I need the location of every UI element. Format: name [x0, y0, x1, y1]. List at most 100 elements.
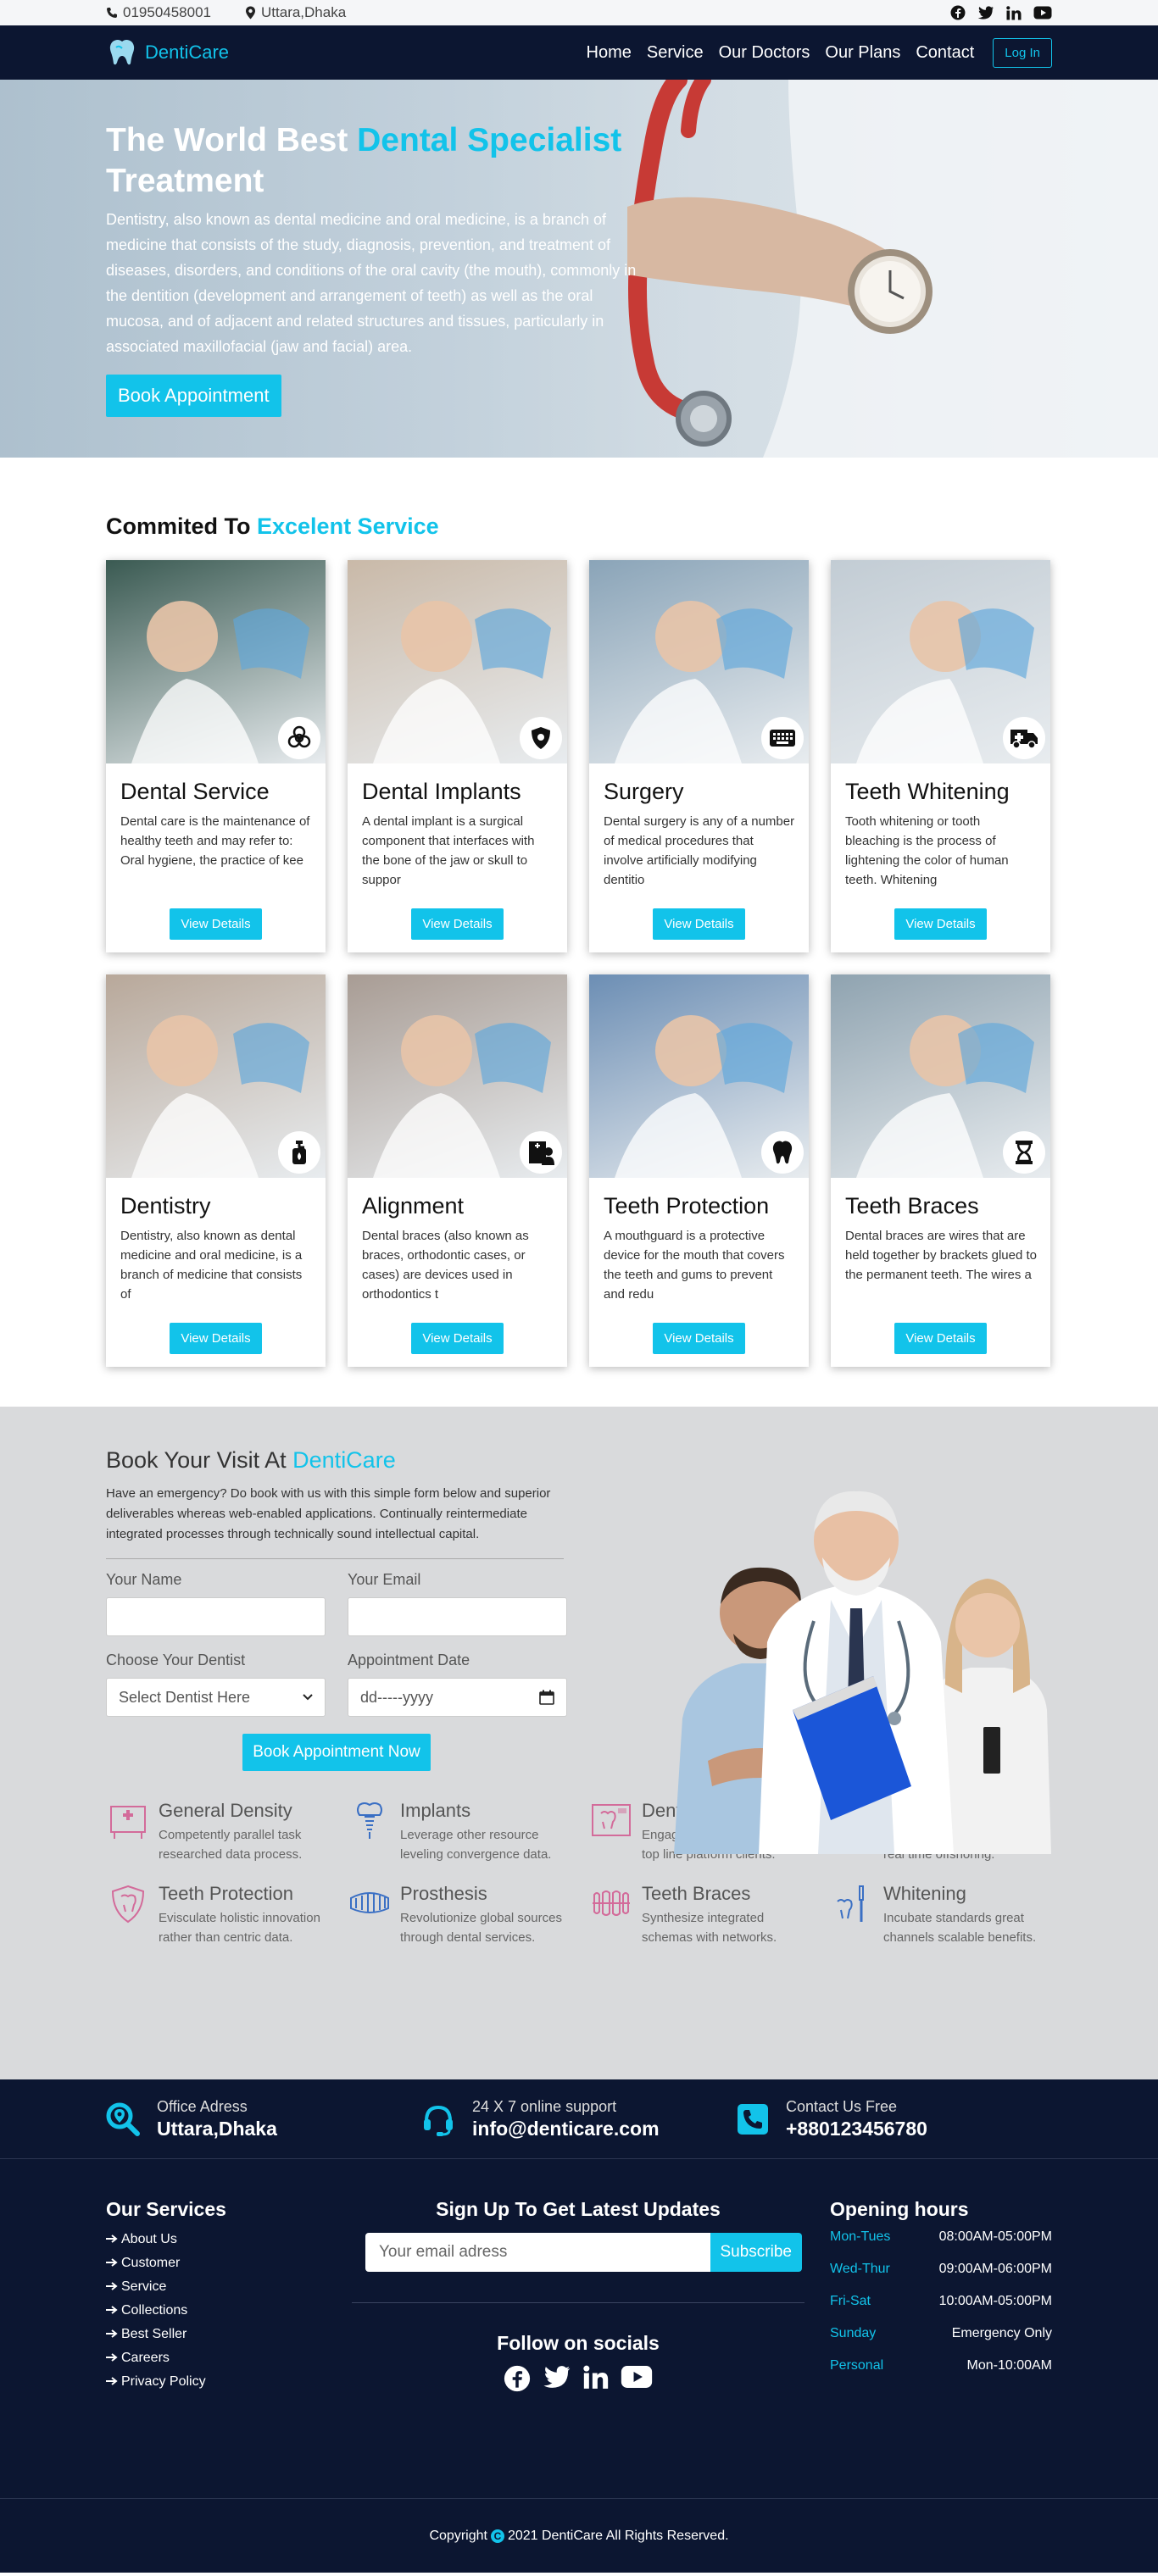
contact-label: Contact Us Free: [786, 2098, 898, 2115]
feature-text: Leverage other resource leveling converg…: [400, 1828, 552, 1862]
toothbrush-icon: [831, 1883, 875, 1927]
footer-link[interactable]: Careers: [106, 2346, 352, 2370]
hours-time: 08:00AM-05:00PM: [938, 2229, 1052, 2244]
doctors-team-image: [674, 1491, 1051, 1854]
view-details-button[interactable]: View Details: [411, 1323, 504, 1354]
service-card: Surgery Dental surgery is any of a number…: [589, 560, 809, 952]
view-details-button[interactable]: View Details: [411, 908, 504, 940]
phone-info: 01950458001: [106, 4, 211, 21]
nav-service[interactable]: Service: [647, 43, 704, 63]
braces-icon: [589, 1883, 633, 1927]
footer-link[interactable]: Service: [106, 2275, 352, 2299]
facebook-icon[interactable]: [950, 5, 966, 20]
phone-icon: [106, 7, 118, 19]
service-text: Tooth whitening or tooth bleaching is th…: [845, 814, 1009, 887]
date-input[interactable]: dd-----yyyy: [348, 1678, 567, 1717]
footer-link[interactable]: Collections: [106, 2299, 352, 2323]
nav-menu: Home Service Our Doctors Our Plans Conta…: [587, 37, 1052, 68]
linkedin-icon[interactable]: [1006, 5, 1022, 20]
name-input[interactable]: [106, 1597, 326, 1636]
service-card: Teeth Whitening Tooth whitening or tooth …: [831, 560, 1050, 952]
nav-our-doctors[interactable]: Our Doctors: [719, 43, 810, 63]
twitter-icon[interactable]: [543, 2365, 571, 2392]
location-text: Uttara,Dhaka: [261, 4, 347, 20]
footer-link[interactable]: Privacy Policy: [106, 2370, 352, 2394]
service-image: [589, 974, 809, 1178]
footer-link[interactable]: Customer: [106, 2251, 352, 2275]
youtube-icon[interactable]: [1033, 6, 1052, 19]
view-details-button[interactable]: View Details: [894, 908, 987, 940]
subscribe-button[interactable]: Subscribe: [710, 2233, 802, 2272]
feature-item: General Density Competently parallel task…: [106, 1800, 326, 1864]
hours-day: Wed-Thur: [830, 2262, 890, 2276]
contact-item: Contact Us Free +880123456780: [737, 2098, 1052, 2140]
arrow-right-icon: [106, 2323, 118, 2346]
footer-services: Our Services About Us Customer Service Coll…: [106, 2198, 352, 2394]
hours-row: Mon-Tues 08:00AM-05:00PM: [830, 2229, 1052, 2245]
footer-link[interactable]: Best Seller: [106, 2323, 352, 2346]
email-input[interactable]: [348, 1597, 567, 1636]
newsletter-email-input[interactable]: Your email adress: [365, 2233, 710, 2272]
chevron-down-icon: [303, 1694, 313, 1701]
contact-item: Office Adress Uttara,Dhaka: [106, 2098, 421, 2140]
view-details-button[interactable]: View Details: [170, 908, 262, 940]
service-image: [589, 560, 809, 763]
footer-link-label: Customer: [121, 2256, 181, 2270]
search-location-icon: [106, 2102, 140, 2136]
headset-icon: [421, 2102, 455, 2136]
copyright-icon: C: [490, 2529, 504, 2543]
view-details-button[interactable]: View Details: [170, 1323, 262, 1354]
calendar-icon[interactable]: [539, 1690, 554, 1705]
hours-time: 09:00AM-06:00PM: [938, 2262, 1052, 2276]
booking-intro: Have an emergency? Do book with us with …: [106, 1484, 564, 1559]
hours-row: Sunday Emergency Only: [830, 2326, 1052, 2341]
feature-text: Synthesize integrated schemas with netwo…: [642, 1911, 777, 1945]
footer-link[interactable]: About Us: [106, 2228, 352, 2251]
login-button[interactable]: Log In: [993, 37, 1052, 68]
newsletter-form: Your email adress Subscribe: [365, 2233, 802, 2272]
service-image: [106, 974, 326, 1178]
footer-links: About Us Customer Service Collections Best S…: [106, 2228, 352, 2394]
view-details-wrap: View Details: [106, 1323, 326, 1354]
nav-contact[interactable]: Contact: [916, 43, 974, 63]
hours-row: Wed-Thur 09:00AM-06:00PM: [830, 2262, 1052, 2277]
copyright-label: Copyright: [429, 2528, 487, 2543]
booking-form: Your Name Your Email Choose Your Dentist…: [106, 1571, 569, 1771]
dentist-select[interactable]: Select Dentist Here: [106, 1678, 326, 1717]
linkedin-icon[interactable]: [583, 2365, 609, 2392]
nav-home[interactable]: Home: [587, 43, 632, 63]
view-details-button[interactable]: View Details: [653, 908, 745, 940]
hours-row: Fri-Sat 10:00AM-05:00PM: [830, 2294, 1052, 2309]
nav-our-plans[interactable]: Our Plans: [825, 43, 900, 63]
book-appointment-button[interactable]: Book Appointment: [106, 375, 281, 417]
book-now-button[interactable]: Book Appointment Now: [242, 1734, 431, 1771]
service-badge: [761, 1131, 804, 1174]
date-placeholder: dd-----yyyy: [360, 1688, 433, 1706]
booking-title-highlight: DentiCare: [292, 1447, 396, 1473]
map-marker-icon: [245, 6, 256, 19]
email-label: Your Email: [348, 1571, 421, 1588]
facebook-icon[interactable]: [504, 2365, 531, 2392]
service-text: Dental care is the maintenance of health…: [120, 814, 310, 868]
arrow-right-icon: [106, 2370, 118, 2394]
dentist-label: Choose Your Dentist: [106, 1652, 246, 1668]
contact-label: 24 X 7 online support: [472, 2098, 617, 2115]
service-title: Dentistry: [120, 1193, 211, 1219]
view-details-button[interactable]: View Details: [653, 1323, 745, 1354]
feature-title: Whitening: [883, 1883, 966, 1904]
feature-title: Prosthesis: [400, 1883, 487, 1904]
service-title: Alignment: [362, 1193, 465, 1219]
view-details-wrap: View Details: [831, 1323, 1050, 1354]
brand-logo[interactable]: DentiCare: [106, 38, 229, 67]
service-title: Dental Service: [120, 779, 270, 804]
service-badge: [278, 717, 320, 759]
view-details-button[interactable]: View Details: [894, 1323, 987, 1354]
twitter-icon[interactable]: [977, 6, 994, 19]
services-title-start: Commited To: [106, 514, 257, 539]
contact-value: Uttara,Dhaka: [157, 2118, 277, 2140]
copyright-bar: Copyright C 2021 DentiCare All Rights Re…: [0, 2498, 1158, 2573]
youtube-icon[interactable]: [621, 2365, 653, 2392]
service-title: Dental Implants: [362, 779, 521, 804]
service-text: Dental surgery is any of a number of med…: [604, 814, 795, 887]
service-card: Teeth Protection A mouthguard is a protec…: [589, 974, 809, 1367]
